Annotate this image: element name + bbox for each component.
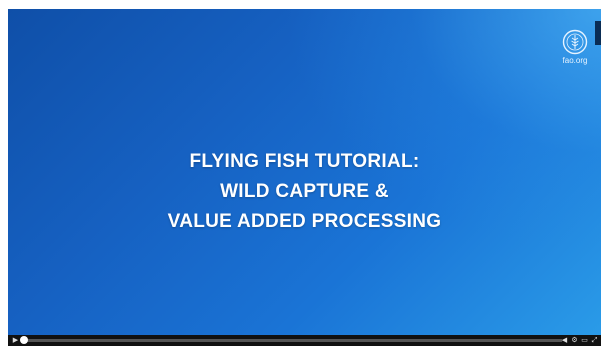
title-line-1: FLYING FISH TUTORIAL: xyxy=(189,151,420,172)
corner-marker xyxy=(595,21,601,45)
progress-bar[interactable] xyxy=(24,339,562,342)
video-title: FLYING FISH TUTORIAL: WILD CAPTURE & VAL… xyxy=(8,147,601,237)
logo-url: fao.org xyxy=(562,56,588,65)
video-frame[interactable]: fao.org FLYING FISH TUTORIAL: WILD CAPTU… xyxy=(8,9,601,335)
title-line-3: VALUE ADDED PROCESSING xyxy=(167,211,442,232)
fao-emblem-icon xyxy=(562,29,588,55)
volume-icon[interactable]: ◀ xyxy=(561,337,568,344)
settings-icon[interactable]: ⚙ xyxy=(571,337,578,344)
expand-icon[interactable]: ⤢ xyxy=(591,337,598,344)
fullscreen-icon[interactable]: ▭ xyxy=(581,337,588,344)
fao-logo: fao.org xyxy=(555,29,595,66)
control-icons: ◀ ⚙ ▭ ⤢ xyxy=(561,336,598,345)
scrubber-handle[interactable] xyxy=(20,336,28,344)
play-icon[interactable]: ▶ xyxy=(11,337,20,344)
title-line-2: WILD CAPTURE & xyxy=(220,181,389,202)
player-controls: ▶ ◀ ⚙ ▭ ⤢ xyxy=(8,335,601,346)
video-player[interactable]: fao.org FLYING FISH TUTORIAL: WILD CAPTU… xyxy=(8,9,601,346)
